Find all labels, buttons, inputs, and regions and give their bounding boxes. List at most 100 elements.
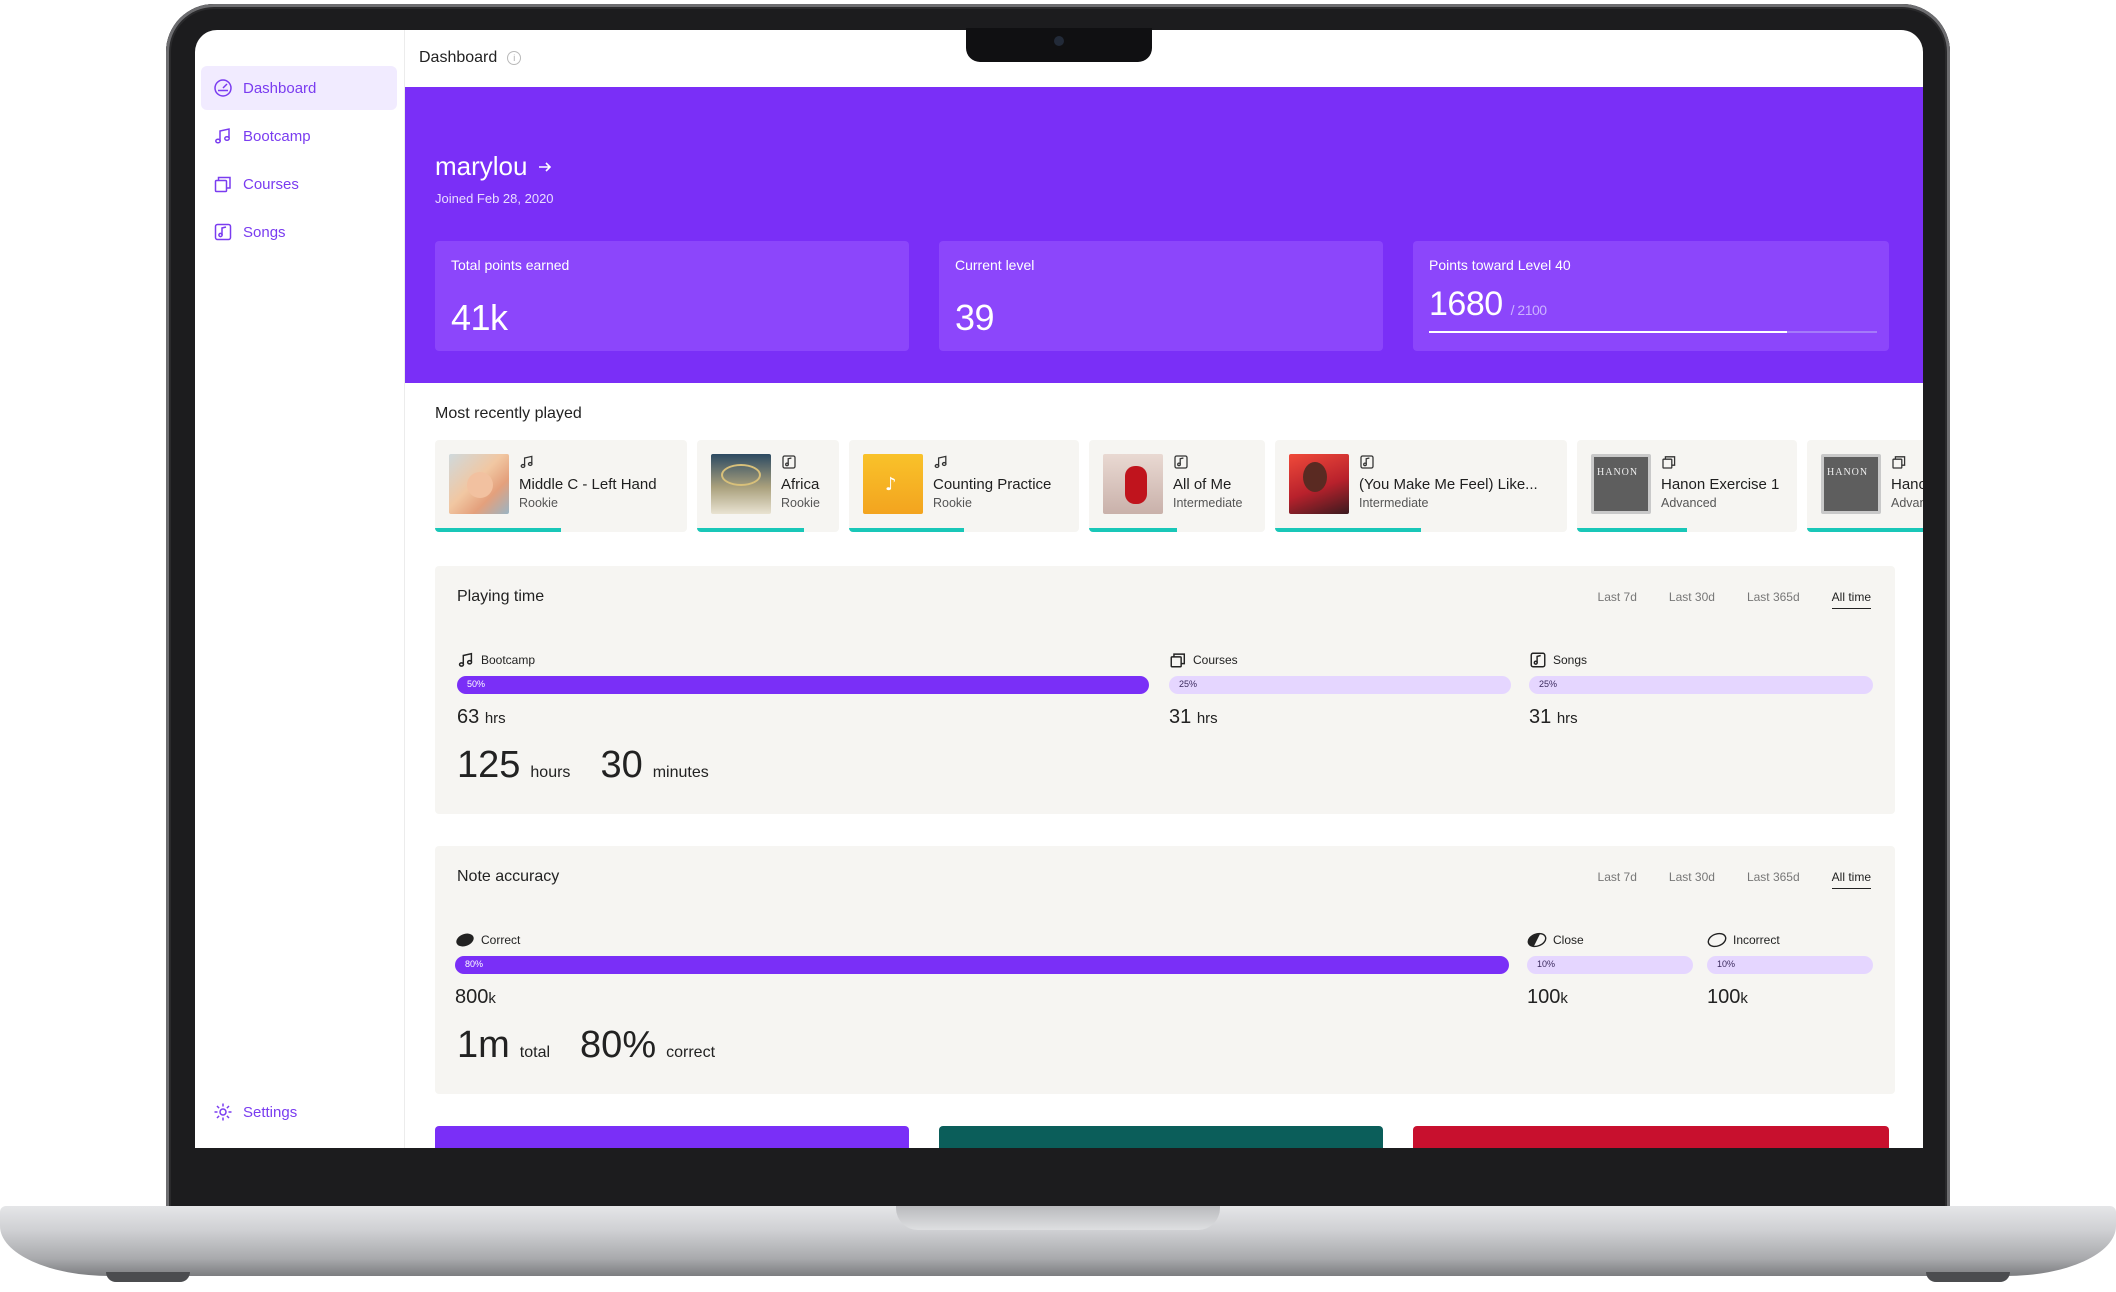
recent-item[interactable]: HANON Hanon Exercise 1 Advanced: [1577, 440, 1797, 532]
metric-label: Bootcamp: [481, 653, 536, 667]
recent-item-progress: [1089, 528, 1177, 532]
tab-last-365d[interactable]: Last 365d: [1747, 590, 1800, 609]
playing-time-panel: Playing time Last 7d Last 30d Last 365d …: [435, 566, 1895, 814]
points-progress-goal: / 2100: [1510, 302, 1547, 318]
playing-time-total: 125 hours 30 minutes: [457, 744, 729, 787]
total-label: total: [519, 1044, 551, 1061]
filled-circle-icon: [456, 933, 474, 947]
courses-icon: [1661, 454, 1677, 470]
metric-label: Incorrect: [1733, 933, 1780, 947]
metric-head: Songs: [1529, 650, 1873, 670]
metric-unit: hrs: [1196, 710, 1218, 727]
songs-icon: [1173, 454, 1189, 470]
metric-percent: 50%: [467, 679, 486, 689]
sidebar-item-label: Songs: [243, 223, 286, 241]
sidebar-item-dashboard[interactable]: Dashboard: [201, 66, 397, 110]
sidebar-item-bootcamp[interactable]: Bootcamp: [201, 114, 397, 158]
dashboard-icon: [213, 78, 233, 98]
bottom-card-red[interactable]: [1413, 1126, 1889, 1148]
level-progress-track: [1429, 331, 1877, 333]
profile-link[interactable]: marylou: [435, 151, 553, 182]
courses-icon: [1170, 653, 1186, 668]
metric-value: 100k: [1707, 986, 1873, 1009]
bottom-card-purple[interactable]: [435, 1126, 909, 1148]
music-note-icon: [458, 652, 473, 667]
time-range-tabs: Last 7d Last 30d Last 365d All time: [1598, 590, 1871, 609]
recent-item[interactable]: (You Make Me Feel) Like... Intermediate: [1275, 440, 1567, 532]
tab-last-30d[interactable]: Last 30d: [1669, 870, 1715, 889]
empty-circle-icon: [1707, 932, 1727, 948]
metric-label: Close: [1553, 933, 1584, 947]
metric-head: Incorrect: [1707, 930, 1873, 950]
correct-label: correct: [666, 1044, 716, 1061]
metric-value: 63 hrs: [457, 706, 1149, 729]
gear-icon: [213, 1102, 233, 1122]
recent-item-level: Rookie: [933, 496, 972, 510]
info-icon[interactable]: i: [507, 51, 522, 65]
metric-head: Courses: [1169, 650, 1511, 670]
arrow-right-icon: [539, 161, 552, 172]
metric-value: 31 hrs: [1529, 706, 1873, 729]
tab-last-7d[interactable]: Last 7d: [1598, 870, 1637, 889]
sidebar-item-settings[interactable]: Settings: [201, 1090, 397, 1134]
recent-item[interactable]: ♪ Counting Practice Rookie: [849, 440, 1079, 532]
music-note-icon: [933, 454, 949, 470]
album-art-thumbnail: ♪: [863, 454, 923, 514]
metric-bar: 10%: [1527, 956, 1693, 974]
courses-icon: [213, 174, 233, 194]
page-title: Dashboard: [419, 49, 498, 66]
courses-icon: [1891, 454, 1907, 470]
laptop-foot: [1926, 1272, 2010, 1282]
recent-item[interactable]: Africa Rookie: [697, 440, 839, 532]
recent-item-level: Rookie: [519, 496, 558, 510]
metric-value: 31 hrs: [1169, 706, 1511, 729]
total-hours: 125: [457, 744, 521, 786]
sidebar-item-courses[interactable]: Courses: [201, 162, 397, 206]
tab-all-time[interactable]: All time: [1831, 870, 1871, 889]
metric-label: Correct: [481, 933, 521, 947]
metric-number: 100: [1707, 986, 1741, 1008]
metric-incorrect: Incorrect 10% 100k: [1707, 930, 1873, 1009]
recent-item-level: Advanced: [1661, 496, 1717, 510]
metric-number: 100: [1527, 986, 1561, 1008]
tab-last-7d[interactable]: Last 7d: [1598, 590, 1637, 609]
time-range-tabs: Last 7d Last 30d Last 365d All time: [1598, 870, 1871, 889]
recent-item-title: Counting Practice: [933, 476, 1052, 493]
tab-all-time[interactable]: All time: [1831, 590, 1871, 609]
album-art-thumbnail: HANON: [1821, 454, 1881, 514]
metric-close: Close 10% 100k: [1527, 930, 1693, 1009]
metric-courses: Courses 25% 31 hrs: [1169, 650, 1511, 729]
music-note-icon: [519, 454, 535, 470]
metric-head: Close: [1527, 930, 1693, 950]
bottom-card-teal[interactable]: [939, 1126, 1383, 1148]
sidebar-item-label: Dashboard: [243, 79, 317, 97]
sidebar-item-songs[interactable]: Songs: [201, 210, 397, 254]
metric-songs: Songs 25% 31 hrs: [1529, 650, 1873, 729]
sidebar: Dashboard Bootcamp Courses Songs Setting…: [195, 30, 405, 1148]
top-bar: Dashboard i: [405, 30, 1923, 86]
recent-item-title: Hanon Exercise 1: [1891, 476, 1923, 493]
metric-percent: 25%: [1539, 679, 1558, 689]
metric-label: Songs: [1553, 653, 1588, 667]
total-notes: 1m: [457, 1024, 510, 1066]
recent-item[interactable]: All of Me Intermediate: [1089, 440, 1265, 532]
points-progress-value: 1680: [1429, 285, 1503, 323]
tab-last-30d[interactable]: Last 30d: [1669, 590, 1715, 609]
tab-last-365d[interactable]: Last 365d: [1747, 870, 1800, 889]
metric-percent: 10%: [1537, 959, 1556, 969]
album-art-thumbnail: [1103, 454, 1163, 514]
stat-label: Points toward Level 40: [1429, 257, 1571, 273]
laptop-foot: [106, 1272, 190, 1282]
metric-unit: hrs: [1556, 710, 1578, 727]
metric-number: 63: [457, 706, 480, 728]
joined-date: Joined Feb 28, 2020: [435, 191, 554, 206]
camera-icon: [1054, 36, 1064, 46]
recent-item[interactable]: HANON Hanon Exercise 1 Advanced: [1807, 440, 1923, 532]
songs-icon: [213, 222, 233, 242]
profile-hero: marylou Joined Feb 28, 2020 Total points…: [405, 87, 1923, 383]
recent-item[interactable]: Middle C - Left Hand Rookie: [435, 440, 687, 532]
stat-label: Total points earned: [451, 257, 570, 273]
recent-list: Middle C - Left Hand Rookie Africa Rooki…: [435, 440, 1923, 532]
metric-label: Courses: [1193, 653, 1238, 667]
recent-item-title: Africa: [781, 476, 820, 493]
